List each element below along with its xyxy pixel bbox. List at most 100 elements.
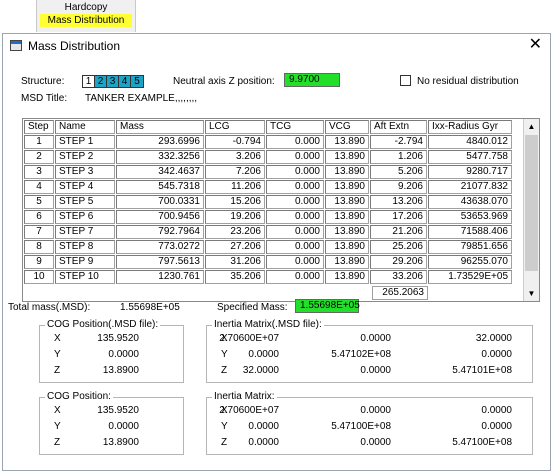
table-cell[interactable]: 3 <box>24 165 54 179</box>
scroll-thumb[interactable] <box>525 135 538 271</box>
table-cell[interactable]: 27.206 <box>205 240 265 254</box>
table-cell[interactable]: 0.000 <box>266 195 324 209</box>
table-scrollbar[interactable]: ▲ ▼ <box>523 119 539 301</box>
table-cell[interactable]: 31.206 <box>205 255 265 269</box>
table-cell[interactable]: 25.206 <box>370 240 427 254</box>
menu-item-hardcopy[interactable]: Hardcopy <box>40 1 132 14</box>
table-cell[interactable]: 13.890 <box>325 195 369 209</box>
table-cell[interactable]: 8 <box>24 240 54 254</box>
table-cell[interactable]: 13.890 <box>325 240 369 254</box>
no-residual-checkbox[interactable] <box>400 75 411 86</box>
table-cell[interactable]: 13.890 <box>325 165 369 179</box>
table-cell[interactable]: 96255.070 <box>428 255 512 269</box>
table-cell[interactable]: 9280.717 <box>428 165 512 179</box>
table-cell[interactable]: 19.206 <box>205 210 265 224</box>
table-row: 1 STEP 1 293.6996 -0.794 0.000 13.890 -2.794 48… <box>24 135 513 150</box>
table-cell[interactable]: 13.890 <box>325 255 369 269</box>
table-cell[interactable]: 17.206 <box>370 210 427 224</box>
table-cell[interactable]: 13.890 <box>325 225 369 239</box>
structure-button-1[interactable]: 1 <box>83 76 95 87</box>
table-cell[interactable]: STEP 10 <box>55 270 115 284</box>
table-cell[interactable]: 545.7318 <box>116 180 204 194</box>
table-cell[interactable]: -0.794 <box>205 135 265 149</box>
table-cell[interactable]: 332.3256 <box>116 150 204 164</box>
table-cell[interactable]: 21.206 <box>370 225 427 239</box>
table-cell[interactable]: 342.4637 <box>116 165 204 179</box>
structure-button-4[interactable]: 4 <box>119 76 131 87</box>
table-cell[interactable]: 71588.406 <box>428 225 512 239</box>
table-cell[interactable]: 43638.070 <box>428 195 512 209</box>
table-cell[interactable]: STEP 3 <box>55 165 115 179</box>
table-cell[interactable]: 33.206 <box>370 270 427 284</box>
table-cell[interactable]: 0.000 <box>266 165 324 179</box>
table-cell[interactable]: 5.206 <box>370 165 427 179</box>
dialog-titlebar[interactable]: Mass Distribution ✕ <box>3 34 550 58</box>
table-cell[interactable]: STEP 5 <box>55 195 115 209</box>
table-cell[interactable]: 23.206 <box>205 225 265 239</box>
table-cell[interactable]: STEP 2 <box>55 150 115 164</box>
table-cell[interactable]: 13.890 <box>325 270 369 284</box>
table-cell[interactable]: 773.0272 <box>116 240 204 254</box>
table-cell[interactable]: 0.000 <box>266 135 324 149</box>
table-cell[interactable]: 9.206 <box>370 180 427 194</box>
table-cell[interactable]: 0.000 <box>266 150 324 164</box>
table-cell[interactable]: 293.6996 <box>116 135 204 149</box>
table-cell[interactable]: 1.73529E+05 <box>428 270 512 284</box>
table-cell[interactable]: 0.000 <box>266 180 324 194</box>
table-cell[interactable]: 5 <box>24 195 54 209</box>
table-cell[interactable]: 0.000 <box>266 240 324 254</box>
table-cell[interactable]: 35.206 <box>205 270 265 284</box>
table-header-row: Step Name Mass LCG TCG VCG Aft Extn Ixx-Radius … <box>24 120 513 135</box>
scroll-down-icon[interactable]: ▼ <box>524 286 539 301</box>
close-icon[interactable]: ✕ <box>529 36 542 54</box>
structure-button-3[interactable]: 3 <box>107 76 119 87</box>
table-cell[interactable]: 797.5613 <box>116 255 204 269</box>
table-cell[interactable]: STEP 8 <box>55 240 115 254</box>
table-cell[interactable]: 0.000 <box>266 225 324 239</box>
table-cell[interactable]: 1 <box>24 135 54 149</box>
table-cell[interactable]: 0.000 <box>266 210 324 224</box>
table-cell[interactable]: 6 <box>24 210 54 224</box>
table-cell[interactable]: 11.206 <box>205 180 265 194</box>
table-cell[interactable]: 4840.012 <box>428 135 512 149</box>
table-cell[interactable]: 1230.761 <box>116 270 204 284</box>
table-cell[interactable]: STEP 6 <box>55 210 115 224</box>
table-cell[interactable]: 53653.969 <box>428 210 512 224</box>
mass-distribution-table[interactable]: Step Name Mass LCG TCG VCG Aft Extn Ixx-Radius … <box>22 118 540 302</box>
structure-button-5[interactable]: 5 <box>131 76 143 87</box>
table-cell[interactable]: STEP 7 <box>55 225 115 239</box>
table-cell[interactable]: STEP 1 <box>55 135 115 149</box>
table-cell[interactable]: 13.890 <box>325 180 369 194</box>
table-cell[interactable]: 0.000 <box>266 270 324 284</box>
table-cell[interactable]: 4 <box>24 180 54 194</box>
table-cell[interactable]: 700.9456 <box>116 210 204 224</box>
table-cell[interactable]: 7.206 <box>205 165 265 179</box>
table-cell[interactable]: 7 <box>24 225 54 239</box>
table-cell[interactable]: 15.206 <box>205 195 265 209</box>
table-cell[interactable]: 9 <box>24 255 54 269</box>
structure-button-2[interactable]: 2 <box>95 76 107 87</box>
table-cell[interactable]: 13.890 <box>325 210 369 224</box>
table-cell[interactable]: 10 <box>24 270 54 284</box>
table-cell[interactable]: 13.890 <box>325 135 369 149</box>
table-cell[interactable]: STEP 9 <box>55 255 115 269</box>
table-cell[interactable]: -2.794 <box>370 135 427 149</box>
scroll-up-icon[interactable]: ▲ <box>524 119 539 134</box>
table-cell[interactable]: 3.206 <box>205 150 265 164</box>
table-cell[interactable]: 700.0331 <box>116 195 204 209</box>
menu-item-mass-distribution[interactable]: Mass Distribution <box>40 14 132 27</box>
neutral-axis-field[interactable]: 9.9700 <box>284 73 340 87</box>
table-cell[interactable]: 5477.758 <box>428 150 512 164</box>
specified-mass-field[interactable]: 1.55698E+05 <box>295 299 360 313</box>
table-cell[interactable]: 2 <box>24 150 54 164</box>
table-cell[interactable]: 792.7964 <box>116 225 204 239</box>
table-cell[interactable]: 29.206 <box>370 255 427 269</box>
table-cell[interactable]: STEP 4 <box>55 180 115 194</box>
table-cell[interactable]: 13.206 <box>370 195 427 209</box>
table-cell[interactable]: 21077.832 <box>428 180 512 194</box>
aft-extn-total-cell[interactable]: 265.2063 <box>372 286 428 300</box>
table-cell[interactable]: 1.206 <box>370 150 427 164</box>
table-cell[interactable]: 79851.656 <box>428 240 512 254</box>
table-cell[interactable]: 13.890 <box>325 150 369 164</box>
table-cell[interactable]: 0.000 <box>266 255 324 269</box>
